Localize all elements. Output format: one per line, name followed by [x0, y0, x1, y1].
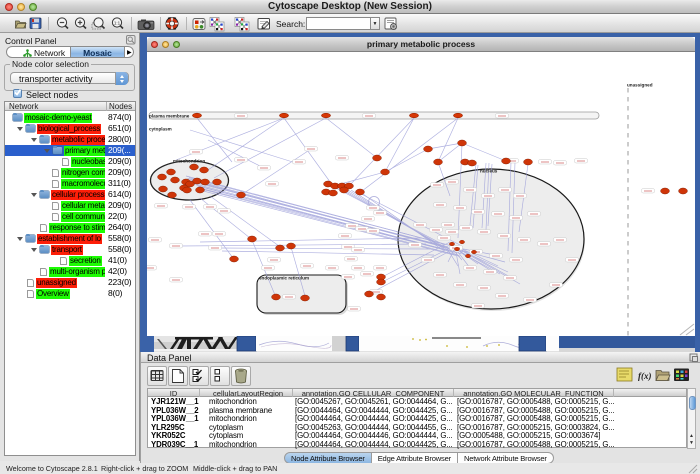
- svg-text:1:1: 1:1: [114, 20, 121, 25]
- svg-text:mitochondrion: mitochondrion: [173, 159, 205, 164]
- svg-text:unassigned: unassigned: [627, 83, 653, 88]
- svg-text:nucleus: nucleus: [480, 169, 498, 174]
- svg-text:plasma membrane: plasma membrane: [149, 114, 190, 119]
- svg-text:endoplasmic reticulum: endoplasmic reticulum: [259, 276, 309, 281]
- svg-text:cytoplasm: cytoplasm: [149, 127, 172, 132]
- svg-text:f(x): f(x): [638, 371, 652, 381]
